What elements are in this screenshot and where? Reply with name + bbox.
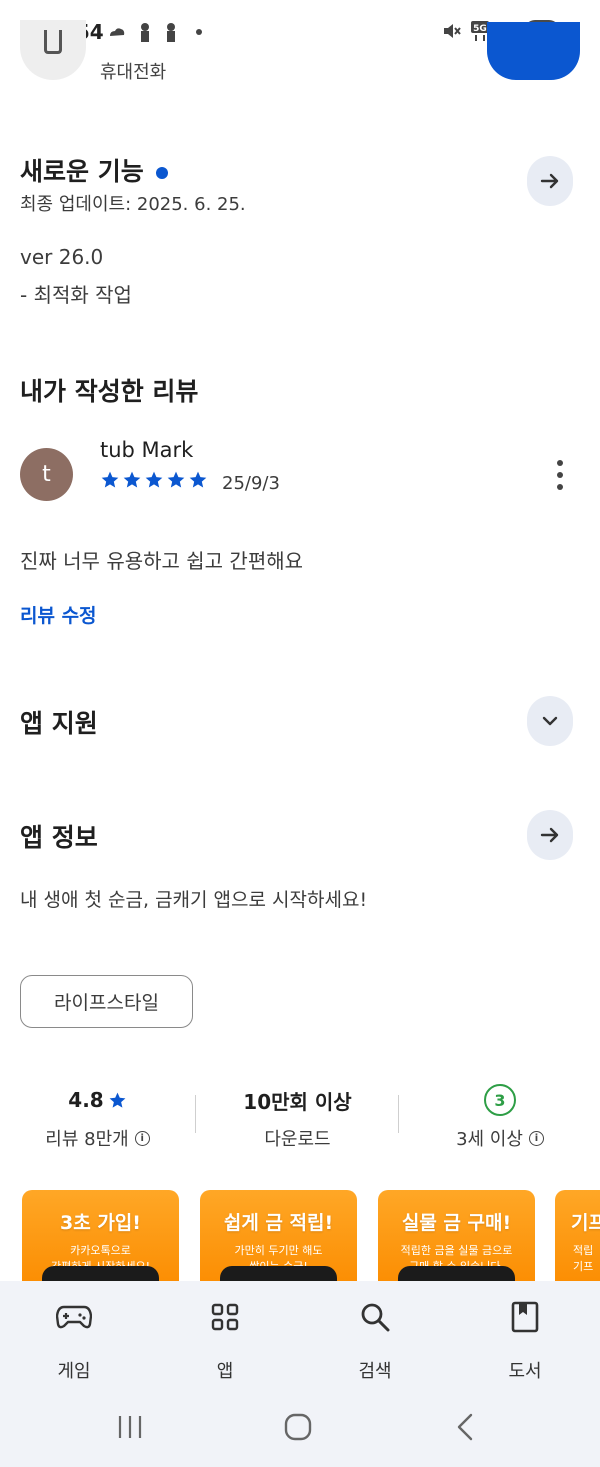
review-author: tub Mark bbox=[100, 438, 194, 462]
dot-icon bbox=[196, 29, 202, 35]
nav-label: 앱 bbox=[216, 1361, 234, 1382]
nav-label: 게임 bbox=[57, 1361, 91, 1382]
back-icon[interactable] bbox=[455, 1412, 475, 1442]
star-icon bbox=[167, 471, 185, 488]
app-icon bbox=[20, 20, 86, 80]
phone-icon bbox=[44, 30, 62, 54]
rating-value: 4.8 bbox=[68, 1088, 104, 1112]
screenshot-title: 기프 bbox=[571, 1212, 600, 1234]
arrow-right-icon bbox=[540, 173, 559, 189]
whats-new-title: 새로운 기능 bbox=[20, 157, 144, 186]
person-icon bbox=[167, 23, 175, 42]
screenshot-card[interactable]: 기프 적립 기프 bbox=[555, 1190, 600, 1290]
book-icon bbox=[475, 1297, 575, 1337]
recent-apps-icon[interactable] bbox=[115, 1414, 145, 1440]
star-icon bbox=[145, 471, 163, 488]
age-rating-badge-row: 3 bbox=[420, 1084, 580, 1116]
nav-item-games[interactable]: 게임 bbox=[24, 1297, 124, 1383]
age-label-row[interactable]: 3세 이상 i bbox=[420, 1125, 580, 1151]
screenshot-card[interactable]: 3초 가입! 카카오톡으로간편하게 시작하세요! bbox=[22, 1190, 179, 1290]
mute-icon bbox=[444, 24, 461, 38]
app-support-expand-button[interactable] bbox=[527, 696, 573, 746]
screenshot-card[interactable]: 쉽게 금 적립! 가만히 두기만 해도쌓이는 순금! bbox=[200, 1190, 357, 1290]
nav-item-books[interactable]: 도서 bbox=[475, 1297, 575, 1383]
nav-item-search[interactable]: 검색 bbox=[325, 1297, 425, 1383]
search-icon bbox=[325, 1297, 425, 1337]
person-icon bbox=[141, 23, 149, 42]
system-navigation-bar bbox=[0, 1393, 600, 1467]
downloads-stat: 10만회 이상 다운로드 bbox=[210, 1085, 385, 1151]
app-info-arrow-button[interactable] bbox=[527, 810, 573, 860]
install-button[interactable] bbox=[487, 22, 580, 80]
app-info-title: 앱 정보 bbox=[20, 823, 98, 852]
avatar: t bbox=[20, 448, 73, 501]
version-text: ver 26.0 bbox=[20, 245, 104, 269]
star-icon bbox=[189, 471, 207, 488]
screenshot-title: 쉽게 금 적립! bbox=[223, 1212, 334, 1234]
star-icon bbox=[101, 471, 119, 488]
review-count: 리뷰 8만개 bbox=[45, 1129, 129, 1150]
home-icon[interactable] bbox=[283, 1412, 313, 1442]
screenshot-card[interactable]: 실물 금 구매! 적립한 금을 실물 금으로구매 할 수 있습니다. bbox=[378, 1190, 535, 1290]
screenshot-caption: 적립 기프 bbox=[573, 1244, 594, 1273]
edit-review-button[interactable]: 리뷰 수정 bbox=[20, 601, 97, 628]
star-icon bbox=[109, 1092, 126, 1108]
star-rating bbox=[100, 470, 208, 490]
review-date: 25/9/3 bbox=[222, 473, 280, 494]
age-rating-stat: 3 3세 이상 i bbox=[420, 1084, 580, 1151]
downloads-label: 다운로드 bbox=[264, 1129, 331, 1150]
arrow-right-icon bbox=[540, 827, 559, 843]
last-updated: 최종 업데이트: 2025. 6. 25. bbox=[20, 194, 246, 215]
age-rating-badge: 3 bbox=[484, 1084, 516, 1116]
svg-text:5G: 5G bbox=[473, 24, 487, 34]
stat-divider bbox=[195, 1095, 196, 1133]
new-indicator-dot bbox=[155, 167, 168, 179]
review-text: 진짜 너무 유용하고 쉽고 간편해요 bbox=[20, 549, 304, 573]
whats-new-arrow-button[interactable] bbox=[527, 156, 573, 206]
rating-value-row: 4.8 bbox=[20, 1085, 175, 1115]
nav-label: 검색 bbox=[358, 1361, 392, 1382]
age-rating-label: 3세 이상 bbox=[456, 1129, 523, 1150]
screenshot-title: 3초 가입! bbox=[60, 1212, 141, 1234]
more-options-icon[interactable] bbox=[545, 458, 575, 492]
info-icon[interactable]: i bbox=[528, 1130, 544, 1146]
app-description: 내 생애 첫 순금, 금캐기 앱으로 시작하세요! bbox=[20, 889, 368, 911]
nav-label: 도서 bbox=[508, 1361, 542, 1382]
whats-new-heading: 새로운 기능 bbox=[20, 152, 168, 188]
nav-item-apps[interactable]: 앱 bbox=[175, 1297, 275, 1383]
apps-grid-icon bbox=[175, 1297, 275, 1337]
my-review-title: 내가 작성한 리뷰 bbox=[20, 377, 199, 406]
info-icon[interactable]: i bbox=[134, 1130, 150, 1146]
release-notes: - 최적화 작업 bbox=[20, 283, 132, 307]
rating-stat: 4.8 리뷰 8만개 i bbox=[20, 1085, 175, 1151]
screenshot-title: 실물 금 구매! bbox=[401, 1212, 512, 1234]
bottom-navigation: 게임 앱 검색 도서 bbox=[0, 1281, 600, 1393]
star-icon bbox=[123, 471, 141, 488]
category-chip[interactable]: 라이프스타일 bbox=[20, 975, 193, 1028]
downloads-value: 10만회 이상 bbox=[243, 1089, 352, 1114]
notification-icons bbox=[108, 22, 202, 42]
stat-divider bbox=[398, 1095, 399, 1133]
rating-label-row[interactable]: 리뷰 8만개 i bbox=[20, 1125, 175, 1151]
app-support-title: 앱 지원 bbox=[20, 709, 98, 738]
device-type-label: 휴대전화 bbox=[100, 62, 167, 83]
gamepad-icon bbox=[24, 1297, 124, 1337]
cloud-icon bbox=[110, 28, 125, 36]
chevron-down-icon bbox=[542, 716, 558, 726]
